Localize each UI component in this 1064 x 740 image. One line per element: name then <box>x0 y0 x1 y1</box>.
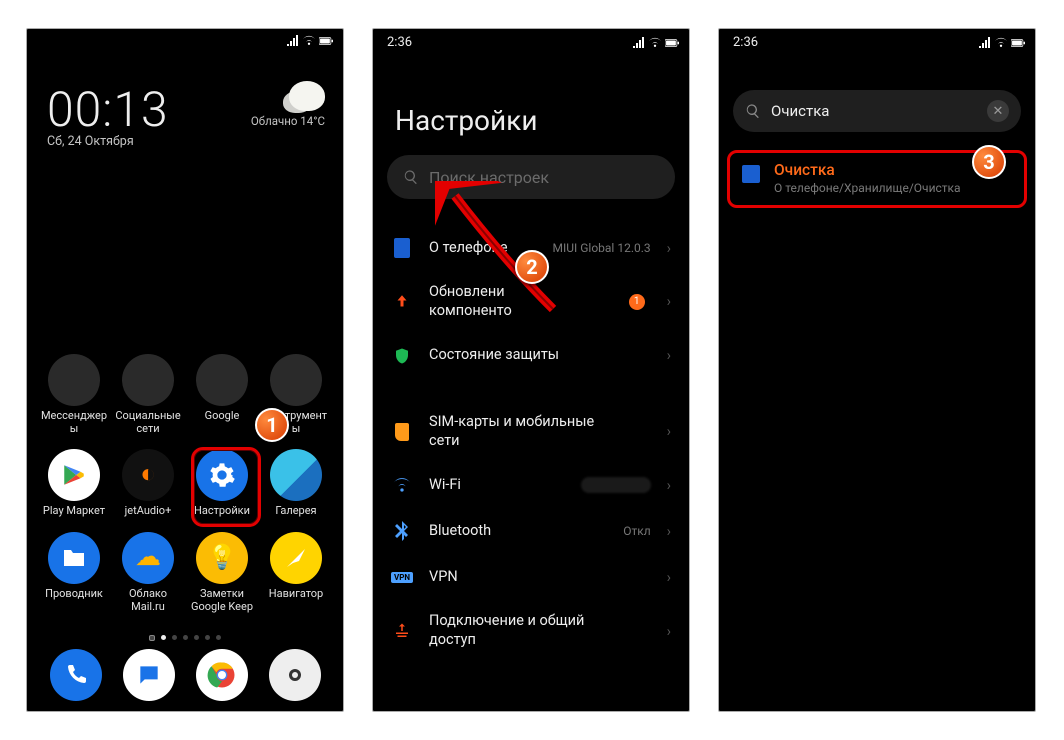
bluetooth-icon <box>395 521 409 541</box>
folder-google[interactable]: Google <box>185 354 259 435</box>
dock-messages[interactable] <box>123 649 175 701</box>
chevron-right-icon: › <box>667 423 671 440</box>
row-security-status[interactable]: Состояние защиты › <box>373 333 689 379</box>
dock-phone[interactable] <box>50 649 102 701</box>
phone-info-icon <box>742 165 760 183</box>
dock <box>27 649 343 701</box>
step-badge-3: 3 <box>972 145 1006 179</box>
battery-icon <box>665 37 679 49</box>
signal-icon <box>285 35 299 47</box>
search-query: Очистка <box>771 102 977 120</box>
app-label: Навигатор <box>269 588 324 601</box>
sim-icon <box>395 423 409 441</box>
app-label: Облако Mail.ru <box>129 588 167 613</box>
row-bluetooth[interactable]: Bluetooth Откл › <box>373 508 689 554</box>
wifi-value-blurred <box>581 477 651 493</box>
app-label: Проводник <box>45 588 103 601</box>
vpn-icon: VPN <box>391 572 413 583</box>
status-time: 2:36 <box>387 35 412 50</box>
result-title: Очистка <box>774 161 961 179</box>
app-label: jetAudio+ <box>125 505 172 518</box>
wifi-icon <box>648 37 662 49</box>
highlight-settings <box>191 447 261 527</box>
step-badge-2: 2 <box>515 250 549 284</box>
status-bar: 2:36 <box>719 29 1035 54</box>
search-field[interactable]: Очистка ✕ <box>733 90 1021 132</box>
app-label: Галерея <box>275 505 316 518</box>
phone-icon <box>64 663 88 687</box>
app-google-keep[interactable]: 💡 Заметки Google Keep <box>185 532 259 613</box>
search-icon <box>745 103 761 119</box>
wifi-icon <box>994 37 1008 49</box>
signal-icon <box>977 37 991 49</box>
app-files[interactable]: Проводник <box>37 532 111 613</box>
settings-search[interactable]: Поиск настроек <box>387 155 675 199</box>
page-title: Настройки <box>373 54 689 155</box>
app-label: Мессенджер ы <box>41 410 107 435</box>
app-gallery[interactable]: Галерея <box>259 449 333 518</box>
cloud-icon <box>289 81 325 111</box>
row-wifi[interactable]: Wi-Fi › <box>373 462 689 508</box>
chevron-right-icon: › <box>667 569 671 586</box>
row-connection-sharing[interactable]: Подключение и общий доступ › <box>373 600 689 662</box>
battery-icon <box>319 35 333 47</box>
app-label: Социальные сети <box>115 410 180 435</box>
phone-settings: 2:36 Настройки Поиск настроек О телефоне… <box>372 28 690 712</box>
status-bar: 2:36 <box>373 29 689 54</box>
dock-camera[interactable] <box>269 649 321 701</box>
app-label: Google <box>205 410 240 423</box>
camera-icon <box>283 663 307 687</box>
phone-search-result: 2:36 Очистка ✕ Очистка О телефоне/Хранил… <box>718 28 1036 712</box>
app-jetaudio[interactable]: ◐ jetAudio+ <box>111 449 185 518</box>
chevron-right-icon: › <box>667 240 671 257</box>
chrome-icon <box>207 660 237 690</box>
search-icon <box>403 169 419 185</box>
phone-info-icon <box>394 238 410 258</box>
app-play-store[interactable]: Play Маркет <box>37 449 111 518</box>
chevron-right-icon: › <box>667 477 671 494</box>
weather-text: Облачно 14°C <box>251 114 325 128</box>
update-icon <box>393 293 411 311</box>
app-navigator[interactable]: Навигатор <box>259 532 333 613</box>
arrow-icon <box>284 546 308 570</box>
shield-icon <box>393 346 411 366</box>
row-sim-cards[interactable]: SIM-карты и мобильные сети › <box>373 401 689 463</box>
clear-icon[interactable]: ✕ <box>987 100 1009 122</box>
status-bar <box>27 29 343 51</box>
folder-social[interactable]: Социальные сети <box>111 354 185 435</box>
status-time: 2:36 <box>733 35 758 50</box>
chevron-right-icon: › <box>667 347 671 364</box>
dock-chrome[interactable] <box>196 649 248 701</box>
app-mailru-cloud[interactable]: ☁ Облако Mail.ru <box>111 532 185 613</box>
update-badge: 1 <box>629 294 645 310</box>
battery-icon <box>1011 37 1025 49</box>
share-icon <box>393 622 411 640</box>
wifi-icon <box>392 477 412 493</box>
app-label: Заметки Google Keep <box>191 588 253 613</box>
weather-widget[interactable]: Облачно 14°C <box>251 81 325 149</box>
row-vpn[interactable]: VPN VPN › <box>373 554 689 600</box>
signal-icon <box>631 37 645 49</box>
wifi-icon <box>302 35 316 47</box>
chevron-right-icon: › <box>667 623 671 640</box>
folder-messengers[interactable]: Мессенджер ы <box>37 354 111 435</box>
chevron-right-icon: › <box>667 293 671 310</box>
play-store-icon <box>61 462 87 488</box>
folder-icon <box>62 548 86 568</box>
clock-time: 00:13 <box>47 81 169 138</box>
search-placeholder: Поиск настроек <box>429 168 549 187</box>
app-label: Play Маркет <box>43 505 105 518</box>
result-path: О телефоне/Хранилище/Очистка <box>774 181 961 195</box>
chevron-right-icon: › <box>667 523 671 540</box>
phone-homescreen: 00:13 Сб, 24 Октября Облачно 14°C Мессен… <box>26 28 344 712</box>
status-icons <box>285 35 333 47</box>
messages-icon <box>136 662 162 688</box>
page-dots <box>27 635 343 641</box>
step-badge-1: 1 <box>255 408 289 442</box>
